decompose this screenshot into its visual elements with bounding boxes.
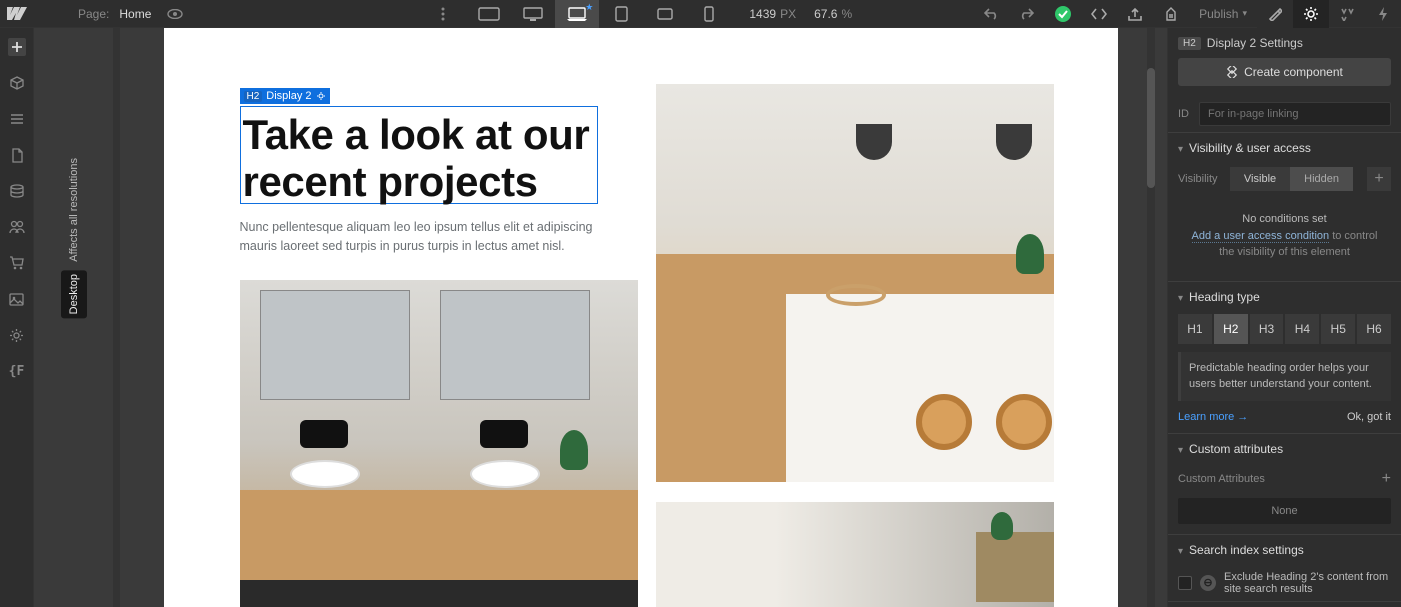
gallery-image-bathroom[interactable]: [240, 280, 638, 607]
page-name-dropdown[interactable]: Home: [119, 7, 151, 21]
element-selection-tag[interactable]: H2 Display 2: [240, 88, 330, 104]
search-index-section-header[interactable]: Search index settings: [1168, 534, 1401, 565]
variables-icon[interactable]: {F: [8, 362, 26, 380]
heading-h4-button[interactable]: H4: [1285, 314, 1319, 344]
ecommerce-icon[interactable]: [8, 254, 26, 272]
add-element-icon[interactable]: [8, 38, 26, 56]
undo-icon[interactable]: [973, 0, 1009, 28]
conditions-box: No conditions set Add a user access cond…: [1178, 201, 1391, 271]
exclude-icon: ⊖: [1200, 575, 1216, 591]
export-icon[interactable]: [1117, 0, 1153, 28]
canvas-width-value[interactable]: 1439: [749, 7, 776, 21]
visibility-label: Visibility: [1178, 173, 1218, 185]
gallery-image-shelf[interactable]: [656, 502, 1054, 607]
affects-label: Affects all resolutions: [68, 158, 80, 262]
canvas-width-unit: PX: [780, 7, 796, 21]
id-input[interactable]: [1199, 102, 1391, 126]
assets-icon[interactable]: [8, 290, 26, 308]
gallery-image-kitchen[interactable]: [656, 84, 1054, 482]
canvas-ruler[interactable]: [114, 28, 120, 607]
zoom-value[interactable]: 67.6: [814, 7, 837, 21]
pages-icon[interactable]: [8, 146, 26, 164]
gear-mini-icon[interactable]: [316, 91, 326, 101]
attributes-none: None: [1178, 498, 1391, 524]
breakpoint-side-label: Affects all resolutions Desktop: [34, 28, 114, 607]
panel-title: Display 2 Settings: [1207, 36, 1303, 50]
more-menu-icon[interactable]: [429, 7, 457, 21]
element-type-badge: H2: [1178, 37, 1201, 50]
cms-icon[interactable]: [8, 182, 26, 200]
right-panel: H2 Display 2 Settings Create component I…: [1167, 28, 1401, 607]
canvas-scrollbar[interactable]: [1147, 28, 1155, 607]
heading-text[interactable]: Take a look at our recent projects: [241, 107, 597, 209]
device-desktop-xl-icon[interactable]: [467, 0, 511, 28]
create-component-button[interactable]: Create component: [1178, 58, 1391, 86]
visibility-hidden-button[interactable]: Hidden: [1290, 167, 1353, 191]
preview-eye-icon[interactable]: [161, 0, 189, 28]
style-tab-icon[interactable]: [1257, 0, 1293, 28]
device-mobile-icon[interactable]: [687, 0, 731, 28]
heading-h2-button[interactable]: H2: [1214, 314, 1248, 344]
visibility-add-button[interactable]: +: [1367, 167, 1391, 191]
settings-icon[interactable]: [8, 326, 26, 344]
heading-h3-button[interactable]: H3: [1250, 314, 1284, 344]
description-text[interactable]: Nunc pellentesque aliquam leo leo ipsum …: [240, 218, 610, 256]
device-tablet-landscape-icon[interactable]: [643, 0, 687, 28]
visibility-visible-button[interactable]: Visible: [1230, 167, 1290, 191]
learn-more-link[interactable]: Learn more →: [1178, 411, 1248, 423]
users-icon[interactable]: [8, 218, 26, 236]
box-icon[interactable]: [8, 74, 26, 92]
breakpoint-name-badge: Desktop: [61, 270, 87, 318]
selected-heading-element[interactable]: Take a look at our recent projects: [240, 106, 598, 204]
settings-tab-icon[interactable]: [1293, 0, 1329, 28]
code-icon[interactable]: [1081, 0, 1117, 28]
custom-attributes-section-header[interactable]: Custom attributes: [1168, 433, 1401, 464]
device-laptop-icon[interactable]: ★: [555, 0, 599, 28]
canvas[interactable]: GALLERY H2 Display 2 Take a look at our …: [164, 28, 1118, 607]
custom-attributes-label: Custom Attributes: [1178, 473, 1265, 485]
left-toolbar: {F: [0, 28, 34, 607]
component-icon: [1226, 66, 1238, 78]
exclude-text: Exclude Heading 2's content from site se…: [1224, 571, 1391, 595]
visibility-section-header[interactable]: Visibility & user access: [1168, 132, 1401, 163]
canvas-wrap: GALLERY H2 Display 2 Take a look at our …: [114, 28, 1167, 607]
exclude-checkbox[interactable]: [1178, 576, 1192, 590]
redo-icon[interactable]: [1009, 0, 1045, 28]
zoom-unit: %: [841, 7, 852, 21]
heading-h5-button[interactable]: H5: [1321, 314, 1355, 344]
page-label: Page:: [78, 7, 109, 21]
navigator-icon[interactable]: [8, 110, 26, 128]
add-condition-link[interactable]: Add a user access condition: [1192, 230, 1330, 243]
ok-got-it-button[interactable]: Ok, got it: [1347, 411, 1391, 423]
webflow-logo-icon[interactable]: [0, 0, 34, 28]
editor-settings-section-header[interactable]: Editor settings: [1168, 601, 1401, 607]
publish-button[interactable]: Publish▾: [1189, 7, 1257, 21]
heading-info-box: Predictable heading order helps your use…: [1178, 352, 1391, 401]
id-label: ID: [1178, 108, 1189, 120]
heading-h6-button[interactable]: H6: [1357, 314, 1391, 344]
top-bar: Page: Home ★ 1439 PX 67.6 % Publish▾: [0, 0, 1401, 28]
style-manager-tab-icon[interactable]: [1329, 0, 1365, 28]
heading-type-section-header[interactable]: Heading type: [1168, 281, 1401, 312]
add-attribute-button[interactable]: +: [1382, 470, 1391, 488]
device-desktop-icon[interactable]: [511, 0, 555, 28]
device-tablet-icon[interactable]: [599, 0, 643, 28]
audit-icon[interactable]: [1153, 0, 1189, 28]
status-check-icon[interactable]: [1045, 0, 1081, 28]
heading-h1-button[interactable]: H1: [1178, 314, 1212, 344]
interactions-tab-icon[interactable]: [1365, 0, 1401, 28]
